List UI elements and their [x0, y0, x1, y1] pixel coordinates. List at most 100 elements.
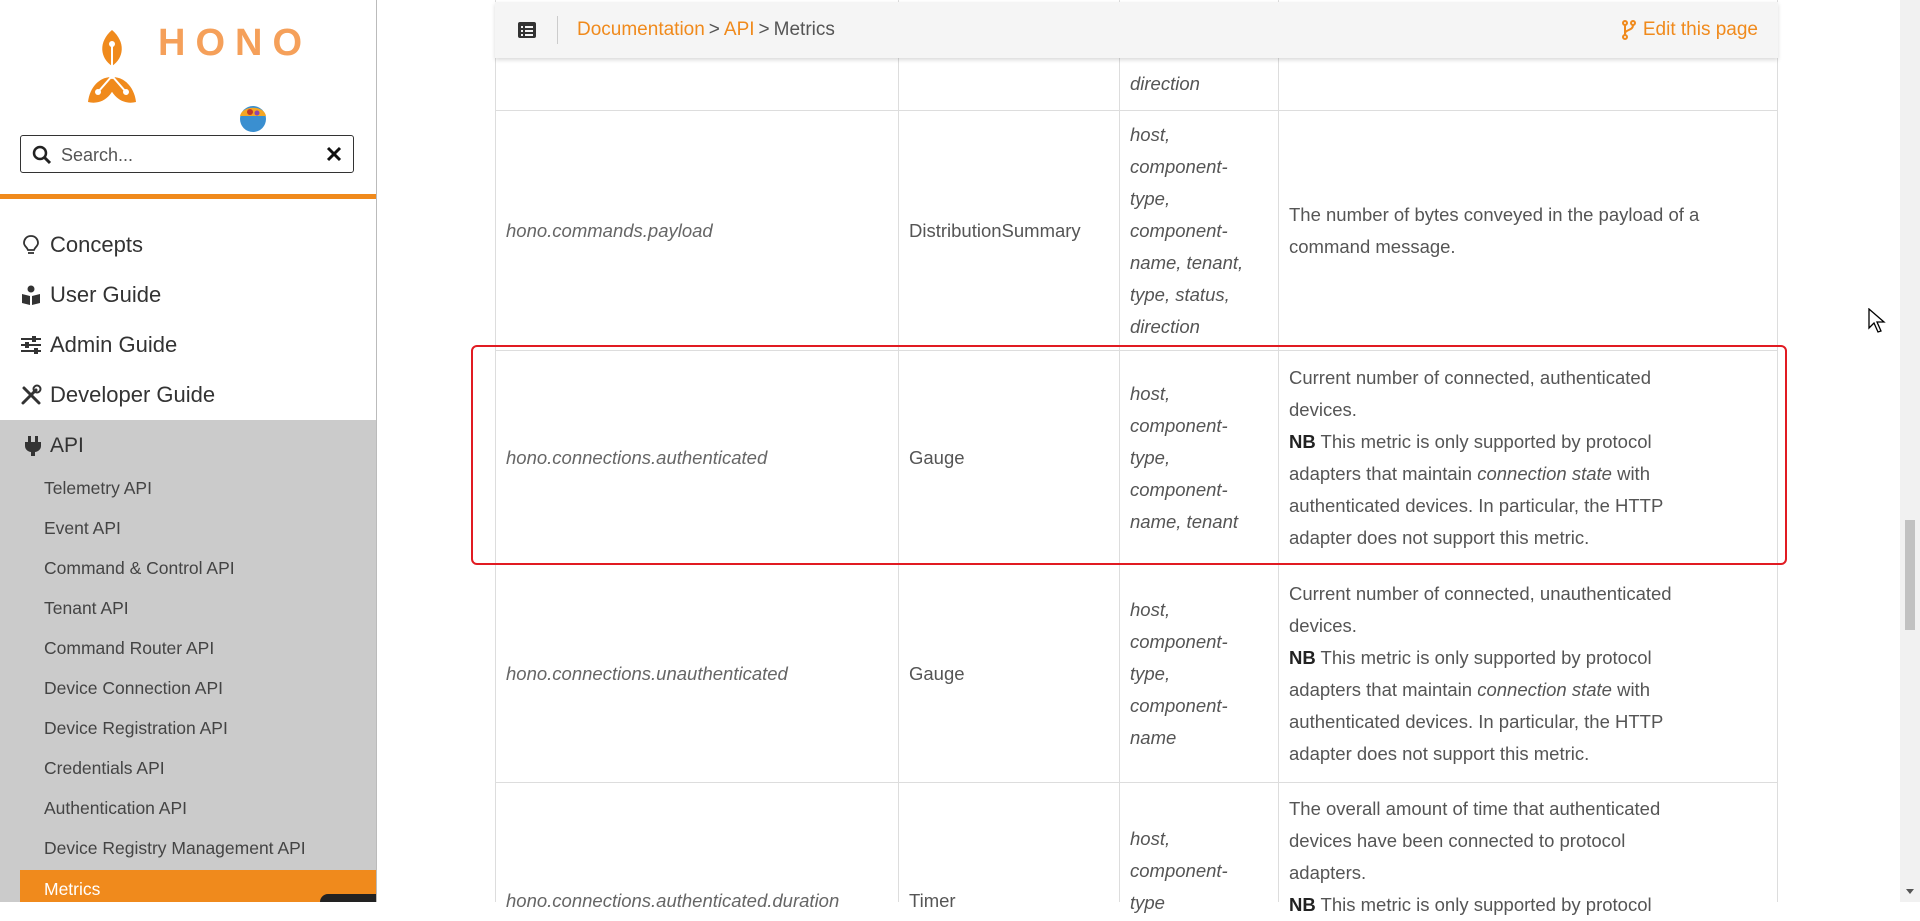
- breadcrumb-current: Metrics: [773, 19, 835, 40]
- lightbulb-icon: [23, 235, 39, 254]
- metric-name: hono.connections.authenticated.duration: [506, 890, 840, 911]
- sidebar-item-command-control-api[interactable]: Command & Control API: [44, 558, 235, 579]
- desc-line: devices have been connected to protocol: [1289, 830, 1626, 851]
- sliders-icon: [21, 336, 41, 354]
- desc-emphasis: connection state: [1477, 678, 1612, 700]
- tag-line: component-: [1130, 630, 1228, 652]
- edit-label: Edit this page: [1642, 19, 1758, 40]
- desc-line: authenticated devices. In particular, th…: [1289, 710, 1664, 732]
- breadcrumb-separator: >: [758, 19, 770, 40]
- sidebar-item-device-registration-api[interactable]: Device Registration API: [44, 718, 228, 739]
- api-section: API Telemetry API Event API Command & Co…: [0, 420, 376, 902]
- search-input[interactable]: [59, 143, 313, 167]
- sidebar: HONO Concepts User Guide Admin Guide Dev…: [0, 0, 377, 902]
- tag-line: type: [1130, 892, 1165, 913]
- desc-line: The overall amount of time that authenti…: [1289, 798, 1661, 819]
- metric-description: The number of bytes conveyed in the payl…: [1279, 199, 1777, 263]
- tags-text: direction: [1130, 73, 1200, 94]
- code-fork-icon: [1621, 20, 1636, 40]
- table-of-contents-icon[interactable]: [517, 20, 537, 40]
- tag-line: type,: [1130, 187, 1171, 209]
- table-row: hono.connections.authenticated.duration …: [495, 783, 1778, 915]
- tag-line: type,: [1130, 662, 1171, 684]
- api-label: API: [50, 434, 84, 457]
- desc-text: adapters that maintain: [1289, 678, 1478, 700]
- nb-label: NB: [1289, 646, 1316, 668]
- sidebar-item-authentication-api[interactable]: Authentication API: [44, 798, 187, 819]
- nav-label: User Guide: [50, 282, 162, 307]
- sidebar-item-credentials-api[interactable]: Credentials API: [44, 758, 165, 779]
- tags-text: host, component- type: [1130, 823, 1228, 919]
- desc-line: Current number of connected, unauthentic…: [1289, 582, 1672, 604]
- tag-line: host,: [1130, 123, 1171, 145]
- metric-tags-cell: host, component- type: [1120, 783, 1279, 913]
- sidebar-divider: [0, 194, 376, 199]
- search-icon: [32, 145, 52, 165]
- tag-line: direction: [1130, 315, 1200, 337]
- logo-text: HONO: [158, 22, 312, 64]
- tag-line: component-: [1130, 860, 1228, 881]
- metric-type-cell: Timer: [899, 783, 1120, 911]
- metric-name-cell: hono.connections.authenticated.duration: [495, 783, 899, 911]
- nav-label: Admin Guide: [50, 332, 178, 357]
- edit-page-link[interactable]: Edit this page: [1621, 19, 1758, 41]
- sidebar-item-command-router-api[interactable]: Command Router API: [44, 638, 214, 659]
- tag-line: name, tenant,: [1130, 251, 1244, 273]
- sidebar-item-device-connection-api[interactable]: Device Connection API: [44, 678, 223, 699]
- desc-line: adapters.: [1289, 862, 1367, 883]
- tag-line: host,: [1130, 598, 1171, 620]
- book-reader-icon: [22, 285, 40, 305]
- desc-line: devices.: [1289, 614, 1357, 636]
- desc-line: adapters that maintain connection state …: [1289, 674, 1767, 706]
- tag-line: component-: [1130, 219, 1228, 241]
- sidebar-item-tenant-api[interactable]: Tenant API: [44, 598, 129, 619]
- nb-label: NB: [1289, 894, 1316, 915]
- nav-item-developer-guide[interactable]: Developer Guide: [20, 375, 215, 415]
- breadcrumb-api[interactable]: API: [724, 19, 755, 40]
- close-icon[interactable]: [325, 145, 343, 163]
- tools-icon: [21, 384, 42, 405]
- table-row: hono.connections.unauthenticated Gauge h…: [495, 565, 1778, 783]
- nav-label: Concepts: [50, 232, 143, 257]
- nav-item-concepts[interactable]: Concepts: [20, 225, 143, 265]
- scrollbar[interactable]: [1900, 0, 1920, 902]
- tag-line: component-: [1130, 155, 1228, 177]
- scroll-down-arrow-icon[interactable]: [1905, 886, 1915, 896]
- metric-name-cell: hono.connections.unauthenticated: [495, 565, 899, 782]
- sidebar-item-label: Metrics: [44, 879, 101, 899]
- breadcrumb-documentation[interactable]: Documentation: [577, 19, 705, 40]
- tooltip: [320, 894, 376, 902]
- metric-name: hono.commands.payload: [506, 219, 713, 241]
- desc-line: The number of bytes conveyed in the payl…: [1289, 203, 1700, 225]
- topbar: Documentation > API > Metrics Edit this page: [495, 2, 1778, 58]
- mascot-icon: [240, 106, 266, 132]
- desc-line: adapter does not support this metric.: [1289, 742, 1590, 764]
- metric-description: Current number of connected, unauthentic…: [1279, 578, 1777, 770]
- metric-type: Gauge: [909, 662, 965, 684]
- metric-type: DistributionSummary: [909, 219, 1081, 241]
- metric-name-cell: hono.commands.payload: [495, 111, 899, 350]
- desc-line: command message.: [1289, 235, 1456, 257]
- table-row: hono.commands.payload DistributionSummar…: [495, 111, 1778, 351]
- desc-line: NB This metric is only supported by prot…: [1289, 642, 1767, 674]
- tags-text: host, component- type, component- name, …: [1120, 119, 1278, 343]
- metric-type: Timer: [909, 890, 956, 911]
- desc-text: This metric is only supported by protoco…: [1315, 894, 1652, 915]
- metric-desc-cell: Current number of connected, unauthentic…: [1279, 565, 1778, 782]
- sidebar-item-telemetry-api[interactable]: Telemetry API: [44, 478, 152, 499]
- nav-item-user-guide[interactable]: User Guide: [20, 275, 161, 315]
- sidebar-item-event-api[interactable]: Event API: [44, 518, 121, 539]
- nav-item-api[interactable]: API: [22, 434, 84, 458]
- metric-type-cell: DistributionSummary: [899, 111, 1120, 350]
- scrollbar-thumb[interactable]: [1905, 520, 1915, 630]
- nav-item-admin-guide[interactable]: Admin Guide: [20, 325, 177, 365]
- sidebar-item-device-registry-management-api[interactable]: Device Registry Management API: [44, 838, 306, 859]
- nav-label: Developer Guide: [50, 382, 216, 407]
- plug-icon: [25, 436, 41, 456]
- search-box: [20, 135, 354, 173]
- desc-text: This metric is only supported by protoco…: [1315, 646, 1652, 668]
- highlight-box: [471, 345, 1787, 565]
- metric-type-cell: Gauge: [899, 565, 1120, 782]
- desc-text: with: [1611, 678, 1650, 700]
- breadcrumb-separator: >: [708, 19, 720, 40]
